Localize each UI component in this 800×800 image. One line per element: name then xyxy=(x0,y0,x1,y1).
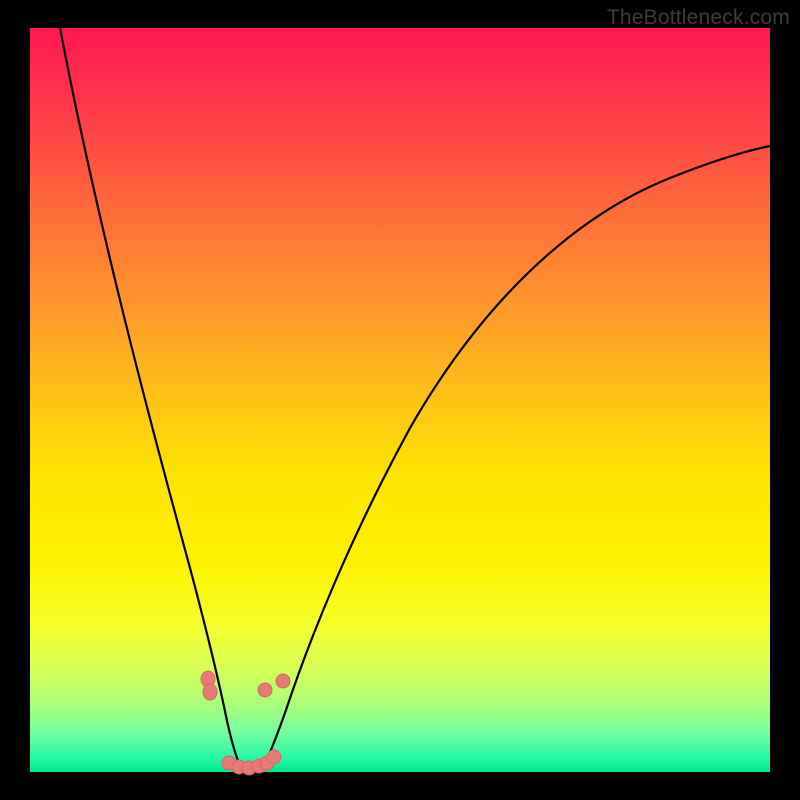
plot-area xyxy=(30,28,770,772)
data-point xyxy=(267,750,281,764)
right-branch-curve xyxy=(260,146,770,772)
curve-layer xyxy=(30,28,770,772)
data-point xyxy=(203,684,217,700)
watermark-text: TheBottleneck.com xyxy=(607,6,790,30)
data-point xyxy=(258,683,272,697)
left-branch-curve xyxy=(60,28,246,772)
data-point xyxy=(276,674,290,688)
chart-frame: TheBottleneck.com xyxy=(0,0,800,800)
